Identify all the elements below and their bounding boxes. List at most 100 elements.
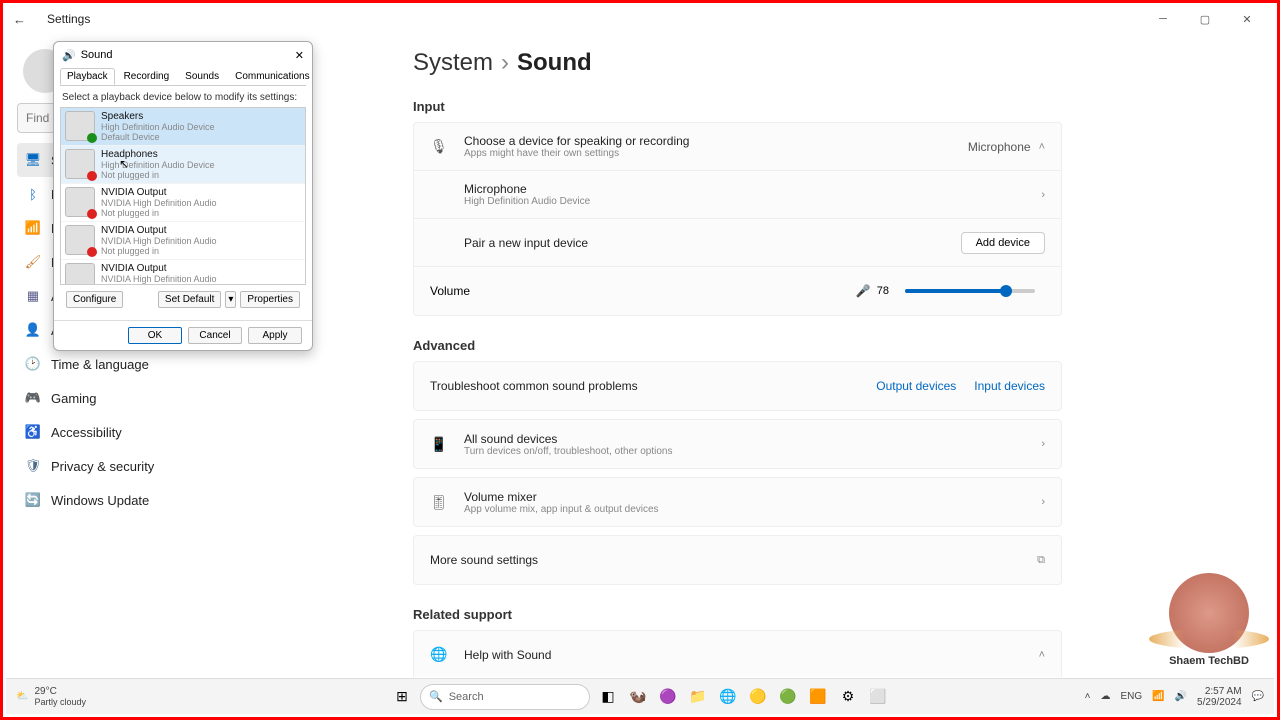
volume-icon[interactable]: 🔊 — [1175, 691, 1187, 702]
choose-input-device-row[interactable]: 🎙 Choose a device for speaking or record… — [414, 123, 1061, 171]
settings-icon[interactable]: ⚙ — [836, 685, 860, 709]
row-title: Troubleshoot common sound problems — [430, 379, 876, 393]
device-status: Not plugged in — [101, 170, 215, 180]
properties-button[interactable]: Properties — [240, 291, 300, 308]
notifications-icon[interactable]: 💬 — [1252, 691, 1264, 702]
device-status: Not plugged in — [101, 208, 217, 218]
chevron-right-icon: › — [1041, 496, 1045, 508]
clock[interactable]: 2:57 AM 5/29/2024 — [1197, 686, 1242, 708]
dialog-instruction: Select a playback device below to modify… — [60, 92, 306, 103]
chrome-icon[interactable]: 🟡 — [746, 685, 770, 709]
device-icon — [65, 149, 95, 179]
mixer-icon: 🎚 — [430, 494, 452, 511]
section-support-title: Related support — [413, 607, 1062, 622]
taskbar-search[interactable]: 🔍Search — [420, 684, 590, 710]
close-button[interactable]: ✕ — [1227, 5, 1267, 33]
chevron-right-icon: › — [1041, 438, 1045, 450]
help-with-sound-row[interactable]: 🌐 Help with Sound ˄ — [414, 631, 1061, 677]
volume-slider[interactable] — [905, 289, 1035, 293]
taskbar-app-icon[interactable]: 🟧 — [806, 685, 830, 709]
row-title: Help with Sound — [464, 648, 1039, 662]
back-button[interactable]: ← — [13, 12, 33, 27]
language-indicator[interactable]: ENG — [1120, 691, 1142, 702]
logo-text: Shaem TechBD — [1169, 655, 1249, 667]
weather-widget[interactable]: ⛅ 29°CPartly cloudy — [16, 686, 86, 707]
device-icon — [65, 225, 95, 255]
weather-temp: 29°C — [34, 686, 86, 697]
device-desc: NVIDIA High Definition Audio — [101, 274, 217, 284]
tab-playback[interactable]: Playback — [60, 68, 115, 85]
device-item[interactable]: NVIDIA OutputNVIDIA High Definition Audi… — [61, 260, 305, 285]
cancel-button[interactable]: Cancel — [188, 327, 242, 344]
device-item[interactable]: NVIDIA OutputNVIDIA High Definition Audi… — [61, 184, 305, 222]
external-link-icon: ⧉ — [1037, 554, 1045, 567]
taskbar-app-icon[interactable]: 🟢 — [776, 685, 800, 709]
edge-icon[interactable]: 🌐 — [716, 685, 740, 709]
dialog-tabs: PlaybackRecordingSoundsCommunications — [54, 68, 312, 85]
start-button[interactable]: ⊞ — [390, 685, 414, 709]
ok-button[interactable]: OK — [128, 327, 182, 344]
volume-label: Volume — [430, 284, 856, 298]
tab-communications[interactable]: Communications — [228, 68, 316, 85]
more-sound-settings-row[interactable]: More sound settings ⧉ — [414, 536, 1061, 584]
onedrive-icon[interactable]: ☁ — [1100, 691, 1110, 702]
tray-chevron-icon[interactable]: ˄ — [1085, 691, 1091, 702]
file-explorer-icon[interactable]: 📁 — [686, 685, 710, 709]
dialog-close-button[interactable]: ✕ — [295, 49, 304, 62]
breadcrumb-parent[interactable]: System — [413, 49, 493, 76]
device-item[interactable]: HeadphonesHigh Definition Audio DeviceNo… — [61, 146, 305, 184]
volume-mixer-row[interactable]: 🎚 Volume mixer App volume mix, app input… — [414, 478, 1061, 526]
taskbar-app-icon[interactable]: 🦦 — [626, 685, 650, 709]
tab-sounds[interactable]: Sounds — [178, 68, 226, 85]
row-title: Choose a device for speaking or recordin… — [464, 134, 968, 148]
tab-recording[interactable]: Recording — [117, 68, 177, 85]
taskbar: ⛅ 29°CPartly cloudy ⊞ 🔍Search ◧ 🦦 🟣 📁 🌐 … — [6, 678, 1274, 714]
taskbar-app-icon[interactable]: 🟣 — [656, 685, 680, 709]
apply-button[interactable]: Apply — [248, 327, 302, 344]
device-desc: NVIDIA High Definition Audio — [101, 198, 217, 208]
microphone-icon[interactable]: 🎤 — [856, 284, 871, 298]
globe-icon: 🌐 — [430, 646, 452, 663]
dialog-title: Sound — [81, 49, 113, 61]
pair-input-device-row: Pair a new input device Add device — [414, 219, 1061, 267]
microphone-row[interactable]: Microphone High Definition Audio Device … — [414, 171, 1061, 219]
maximize-button[interactable]: ▢ — [1185, 5, 1225, 33]
output-devices-link[interactable]: Output devices — [876, 379, 956, 393]
set-default-dropdown[interactable]: ▾ — [225, 291, 236, 308]
network-icon[interactable]: 📶 — [1152, 691, 1164, 702]
configure-button[interactable]: Configure — [66, 291, 123, 308]
chevron-up-icon: ˄ — [1039, 141, 1045, 153]
device-icon — [65, 263, 95, 285]
device-icon — [65, 111, 95, 141]
minimize-button[interactable]: ─ — [1143, 5, 1183, 33]
section-advanced-title: Advanced — [413, 338, 1062, 353]
set-default-button[interactable]: Set Default — [158, 291, 221, 308]
row-title: Pair a new input device — [464, 236, 961, 250]
weather-cond: Partly cloudy — [34, 697, 86, 707]
page-title: Sound — [517, 49, 592, 76]
selected-input-label: Microphone — [968, 140, 1031, 154]
device-item[interactable]: NVIDIA OutputNVIDIA High Definition Audi… — [61, 222, 305, 260]
taskbar-app-icon[interactable]: ⬜ — [866, 685, 890, 709]
device-list[interactable]: SpeakersHigh Definition Audio DeviceDefa… — [60, 107, 306, 285]
device-icon — [65, 187, 95, 217]
device-item[interactable]: SpeakersHigh Definition Audio DeviceDefa… — [61, 108, 305, 146]
input-volume-row: Volume 🎤 78 — [414, 267, 1061, 315]
task-view-button[interactable]: ◧ — [596, 685, 620, 709]
chevron-right-icon: › — [1041, 189, 1045, 201]
device-name: Headphones — [101, 149, 215, 160]
volume-value: 78 — [877, 285, 889, 297]
device-name: NVIDIA Output — [101, 187, 217, 198]
device-name: NVIDIA Output — [101, 225, 217, 236]
add-device-button[interactable]: Add device — [961, 232, 1045, 254]
row-subtitle: Apps might have their own settings — [464, 148, 968, 159]
input-devices-link[interactable]: Input devices — [974, 379, 1045, 393]
microphone-icon: 🎙 — [430, 138, 452, 155]
channel-logo: Shaem TechBD — [1169, 573, 1249, 667]
device-status: Not plugged in — [101, 246, 217, 256]
row-title: More sound settings — [430, 553, 1037, 567]
all-sound-devices-row[interactable]: 📱 All sound devices Turn devices on/off,… — [414, 420, 1061, 468]
device-name: Speakers — [101, 111, 215, 122]
titlebar: ← Settings ─ ▢ ✕ — [3, 3, 1277, 35]
row-subtitle: Turn devices on/off, troubleshoot, other… — [464, 446, 1041, 457]
